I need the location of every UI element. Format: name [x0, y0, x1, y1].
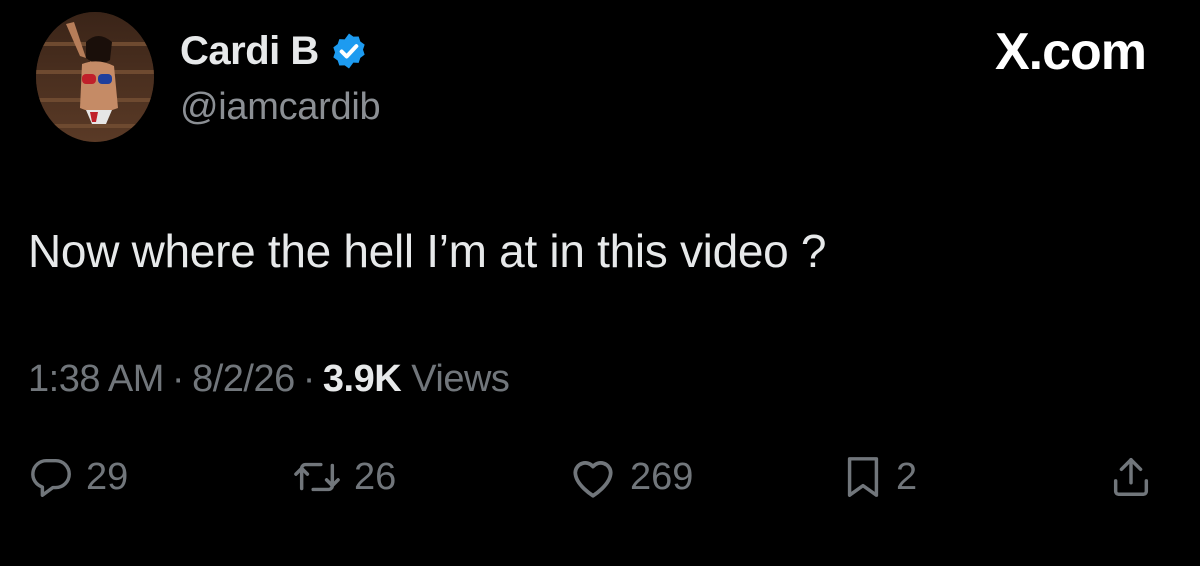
bookmark-button[interactable]: 2 [842, 452, 917, 502]
reply-count: 29 [86, 455, 129, 498]
like-count: 269 [630, 455, 694, 498]
verified-badge-icon [333, 33, 365, 69]
repost-icon [294, 462, 340, 492]
bookmark-icon [847, 457, 879, 497]
reply-icon [31, 458, 71, 497]
reply-button[interactable]: 29 [28, 452, 128, 502]
profile-photo [36, 12, 154, 142]
meta-separator: · [171, 358, 185, 400]
tweet-date[interactable]: 8/2/26 [192, 358, 295, 400]
like-button[interactable]: 269 [568, 452, 693, 502]
heart-icon [573, 461, 613, 498]
bookmark-count: 2 [896, 455, 918, 498]
meta-separator: · [302, 358, 316, 400]
share-button[interactable] [1108, 452, 1154, 502]
author-header: Cardi B [180, 26, 369, 76]
views-count: 3.9K [322, 358, 402, 400]
repost-count: 26 [354, 455, 397, 498]
author-handle[interactable]: @iamcardib [180, 86, 381, 129]
avatar[interactable] [36, 12, 154, 142]
repost-button[interactable]: 26 [292, 452, 396, 502]
views-label: Views [411, 358, 510, 400]
tweet-text: Now where the hell I’m at in this video … [28, 225, 827, 277]
display-name[interactable]: Cardi B [180, 29, 319, 74]
tweet-time[interactable]: 1:38 AM [28, 358, 164, 400]
share-icon [1113, 458, 1149, 496]
tweet-meta: 1:38 AM · 8/2/26 · 3.9K Views [28, 358, 510, 401]
brand-label: X.com [994, 23, 1147, 81]
